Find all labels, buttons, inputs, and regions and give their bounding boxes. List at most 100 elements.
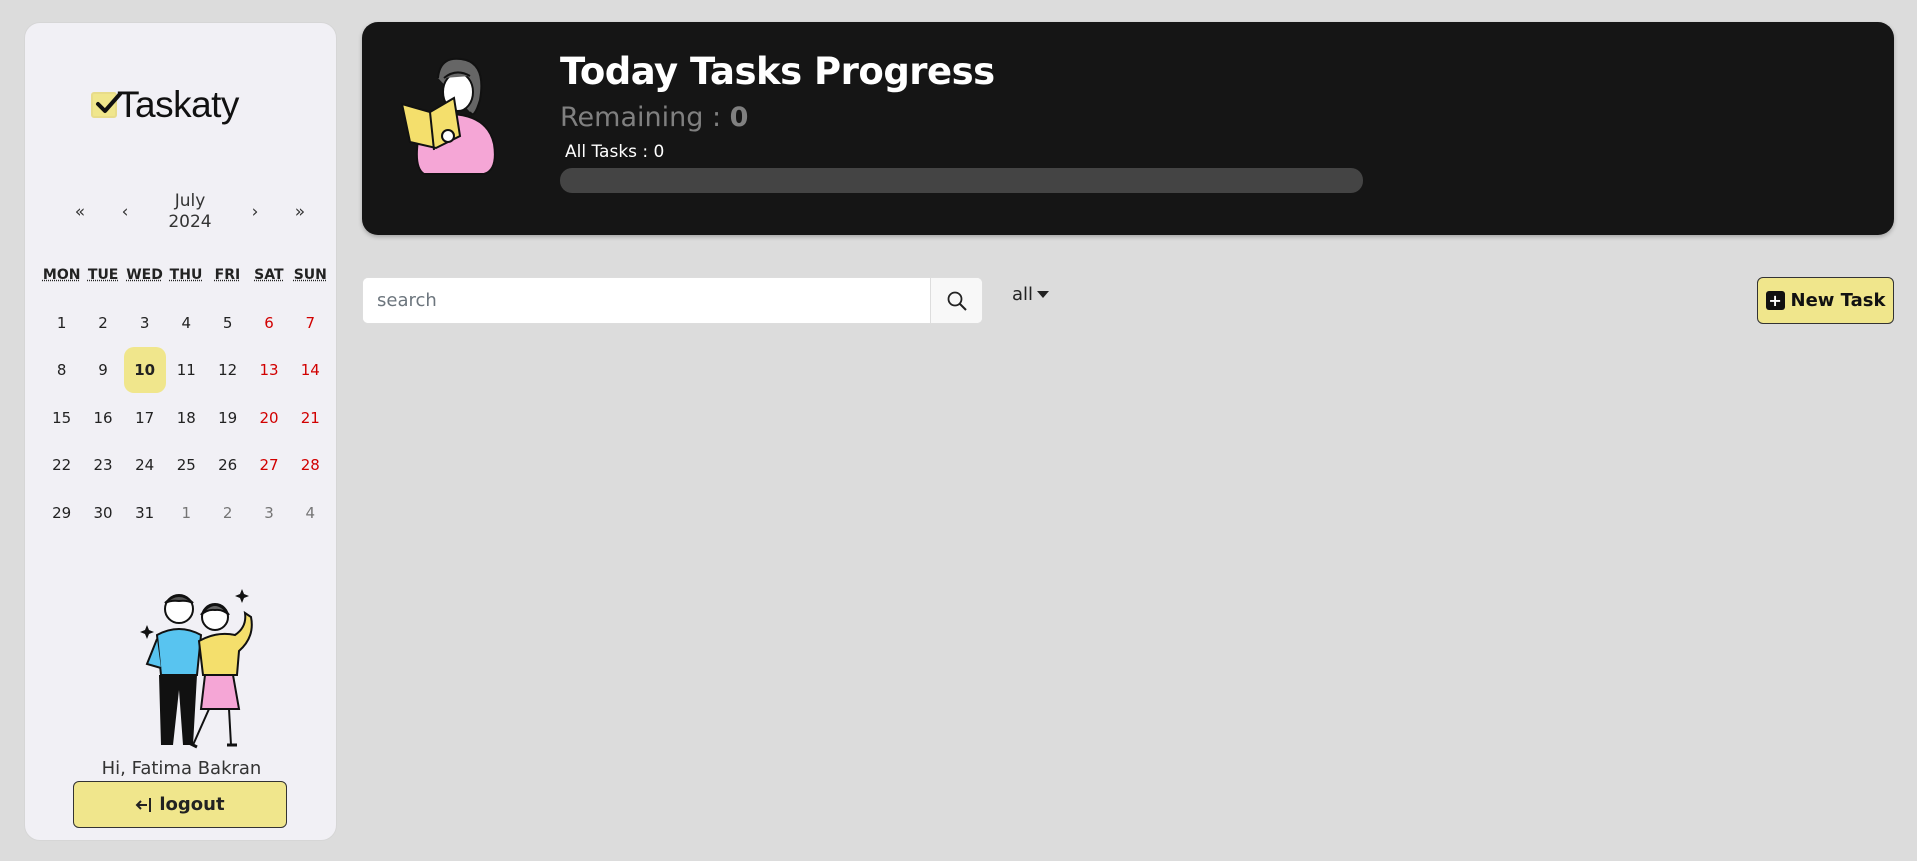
calendar-day[interactable]: 4 [166,299,207,347]
calendar-day-number: 25 [176,456,196,475]
calendar-day[interactable]: 19 [207,394,248,442]
app-logo: Taskaty [91,75,239,135]
calendar-weekdays: MON TUE WED THU FRI SAT SUN [41,267,331,283]
calendar-day[interactable]: 10 [123,347,166,395]
calendar-day[interactable]: 25 [166,442,207,490]
logout-arrow-icon [135,797,152,812]
calendar-day-number: 11 [176,361,196,380]
prev-month-button[interactable]: ‹ [110,202,140,222]
calendar-navigation: « ‹ July 2024 › » [65,189,315,235]
calendar-day-number: 26 [218,456,238,475]
calendar-day-number: 30 [93,503,113,522]
calendar-day-number: 16 [93,408,113,427]
calendar-day[interactable]: 26 [207,442,248,490]
weekday-label: MON [42,267,81,283]
calendar-day-number: 20 [259,408,279,427]
calendar-day-number: 8 [56,361,67,380]
calendar-day[interactable]: 24 [124,442,166,490]
next-month-button[interactable]: › [240,202,270,222]
logout-button[interactable]: logout [73,781,287,828]
sidebar: Taskaty « ‹ July 2024 › » MON TUE WED TH… [24,22,337,841]
new-task-button[interactable]: + New Task [1757,277,1894,324]
calendar-day[interactable]: 7 [290,299,331,347]
calendar-day[interactable]: 1 [41,299,82,347]
calendar-day-number: 7 [305,313,316,332]
calendar-day[interactable]: 16 [82,394,123,442]
weekday-label: WED [126,267,163,283]
calendar-day[interactable]: 27 [248,442,289,490]
calendar-day-number: 10 [123,347,166,394]
calendar-month-year[interactable]: July 2024 [155,191,225,233]
calendar-day[interactable]: 3 [248,489,289,537]
calendar-day-number: 23 [93,456,113,475]
prev-year-button[interactable]: « [65,202,95,222]
calendar-day-number: 17 [135,408,155,427]
progress-bar [560,168,1363,193]
calendar-day-number: 13 [259,361,279,380]
calendar-day-number: 14 [300,361,320,380]
friends-illustration [140,589,253,749]
search-icon [947,291,967,311]
calendar-day-number: 27 [259,456,279,475]
calendar-day[interactable]: 20 [248,394,289,442]
app-name: Taskaty [117,84,239,125]
calendar-day[interactable]: 30 [82,489,123,537]
calendar-day-number: 19 [218,408,238,427]
checkbox-logo-icon [91,92,122,118]
reading-girl-illustration [400,57,496,175]
calendar-day[interactable]: 6 [248,299,289,347]
calendar-day-number: 2 [98,313,108,332]
calendar-day-number: 3 [264,503,274,522]
calendar-day[interactable]: 23 [82,442,123,490]
calendar-year: 2024 [168,212,212,232]
calendar-day[interactable]: 3 [124,299,166,347]
search-button[interactable] [930,278,982,323]
next-year-button[interactable]: » [285,202,315,222]
calendar-day[interactable]: 5 [207,299,248,347]
calendar-day[interactable]: 21 [290,394,331,442]
calendar-day[interactable]: 18 [166,394,207,442]
calendar-day[interactable]: 22 [41,442,82,490]
calendar-day[interactable]: 12 [207,347,248,395]
weekday-label: FRI [214,267,241,283]
calendar-day[interactable]: 4 [290,489,331,537]
calendar-day[interactable]: 11 [166,347,207,395]
calendar-day-number: 1 [56,313,67,332]
calendar-day[interactable]: 1 [166,489,207,537]
calendar-month: July [174,191,206,211]
calendar-day[interactable]: 9 [82,347,123,395]
search-bar [362,277,983,324]
weekday-label: THU [169,267,203,283]
calendar-day-number: 18 [176,408,196,427]
remaining-label: Remaining : [560,102,730,133]
remaining-tasks: Remaining : 0 [560,102,748,133]
calendar-day-number: 22 [52,456,72,475]
calendar-day[interactable]: 2 [82,299,123,347]
calendar-day[interactable]: 2 [207,489,248,537]
calendar-day[interactable]: 14 [290,347,331,395]
caret-down-icon [1037,291,1050,298]
task-filter-dropdown[interactable]: all [1012,284,1050,305]
calendar-day-number: 29 [52,503,72,522]
calendar-day-number: 1 [181,503,192,522]
calendar-day-number: 24 [135,456,155,475]
calendar-day[interactable]: 15 [41,394,82,442]
calendar-day-number: 9 [98,361,108,380]
calendar-day-number: 15 [52,408,72,427]
calendar-day[interactable]: 29 [41,489,82,537]
calendar-day[interactable]: 8 [41,347,82,395]
calendar-day[interactable]: 13 [248,347,289,395]
all-tasks-count: All Tasks : 0 [565,142,665,162]
calendar-day-number: 5 [222,313,233,332]
calendar-day[interactable]: 28 [290,442,331,490]
calendar-day[interactable]: 17 [124,394,166,442]
search-input[interactable] [363,278,930,323]
progress-card: Today Tasks Progress Remaining : 0 All T… [362,22,1894,235]
progress-title: Today Tasks Progress [560,50,995,93]
calendar-day-number: 3 [139,313,150,332]
calendar-day[interactable]: 31 [124,489,166,537]
filter-selected-value: all [1012,284,1034,305]
weekday-label: SAT [254,267,284,283]
weekday-label: SUN [293,267,327,283]
calendar-days-grid: 1 2 3 4 5 6 7 8 9 10 11 12 13 14 15 16 17 18 19 20 21 22 23 24 2… [41,299,331,537]
